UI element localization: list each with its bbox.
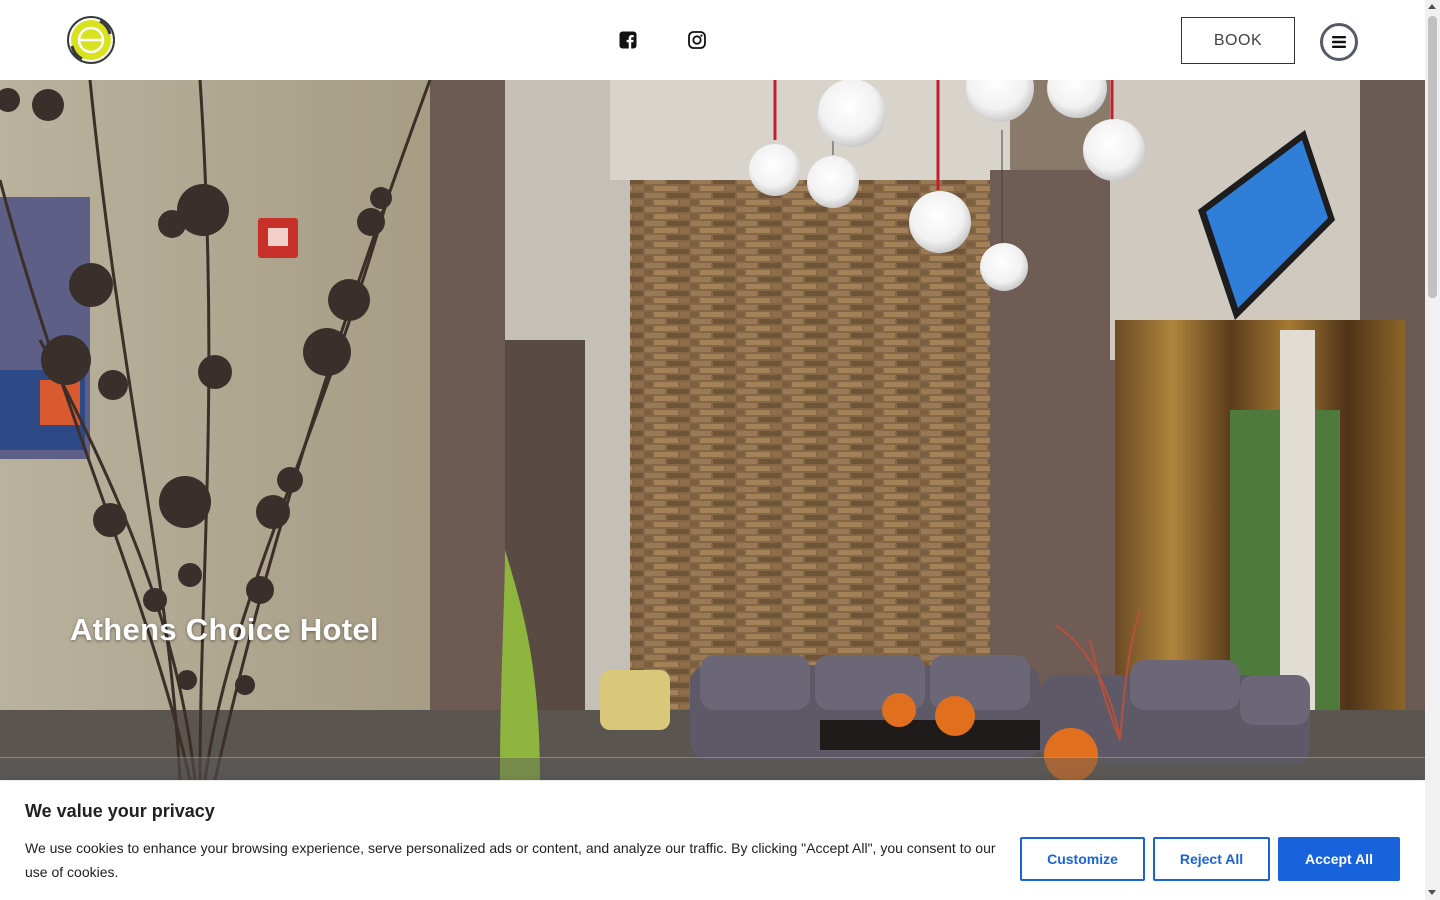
hamburger-menu-icon <box>1332 36 1346 48</box>
menu-button[interactable] <box>1320 23 1358 61</box>
hero-section: Athens Choice Hotel <box>0 80 1425 780</box>
customize-button[interactable]: Customize <box>1020 837 1145 881</box>
cookie-consent-banner: We value your privacy We use cookies to … <box>0 781 1425 900</box>
cookie-description: We use cookies to enhance your browsing … <box>25 840 996 880</box>
hotel-logo[interactable] <box>66 16 116 64</box>
hero-bottom-band <box>0 757 1425 780</box>
logo-icon <box>67 16 115 64</box>
facebook-icon[interactable] <box>617 29 639 51</box>
page: BOOK Athens Choice Hotel We value your p… <box>0 0 1440 900</box>
scroll-down-arrow-icon[interactable] <box>1428 890 1436 895</box>
scrollbar-thumb[interactable] <box>1428 16 1437 298</box>
cookie-title: We value your privacy <box>25 801 215 821</box>
accept-all-button[interactable]: Accept All <box>1278 837 1400 881</box>
hero-lobby-image <box>0 80 1425 780</box>
page-scrollbar[interactable] <box>1425 0 1440 900</box>
hero-title: Athens Choice Hotel <box>70 612 379 647</box>
instagram-icon[interactable] <box>686 29 708 51</box>
reject-all-button[interactable]: Reject All <box>1153 837 1270 881</box>
book-button[interactable]: BOOK <box>1181 17 1295 64</box>
site-header: BOOK <box>0 0 1425 80</box>
scroll-up-arrow-icon[interactable] <box>1428 4 1436 9</box>
